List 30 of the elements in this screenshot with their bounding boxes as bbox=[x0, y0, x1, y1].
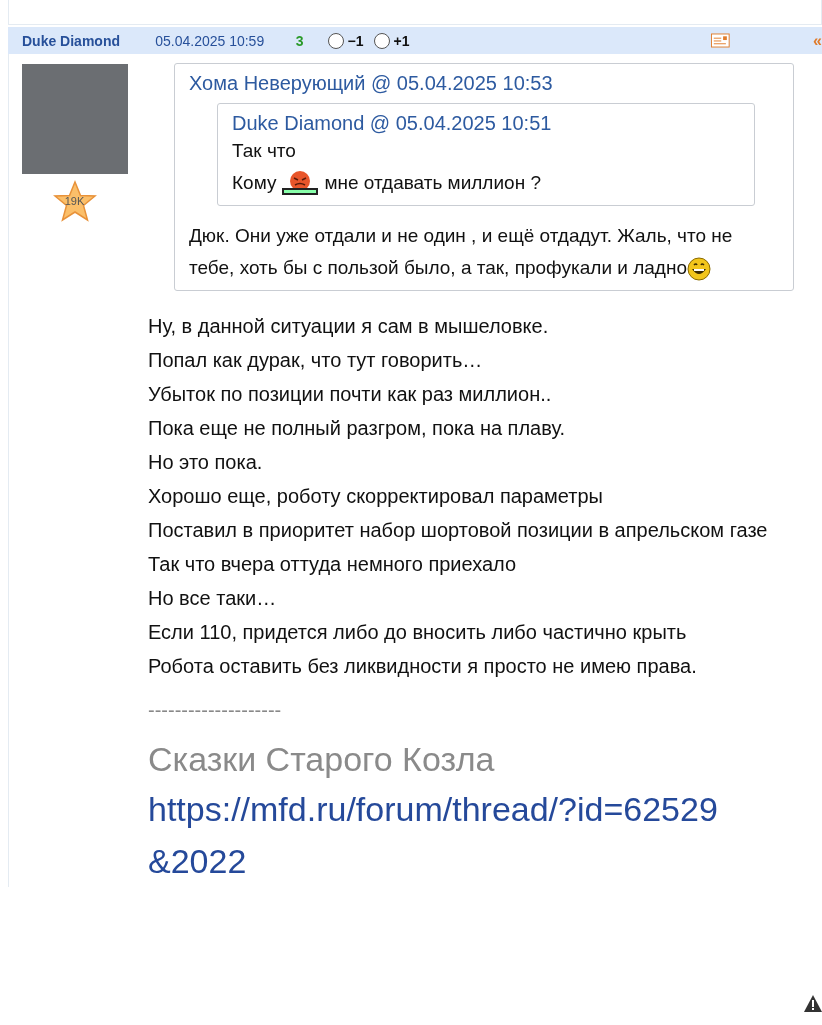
warning-icon[interactable] bbox=[804, 995, 822, 1012]
post-text-line: Убыток по позиции почти как раз миллион.. bbox=[148, 382, 553, 407]
author-name[interactable]: Duke Diamond bbox=[22, 32, 156, 49]
post-rating: 3 bbox=[295, 32, 305, 49]
rank-star-badge: 19K bbox=[52, 180, 97, 224]
message-card-icon[interactable] bbox=[711, 33, 731, 48]
post-text-line: Хорошо еще, роботу скорректировал параметры bbox=[148, 484, 604, 509]
post-text-line: Поставил в приоритет набор шортовой позиции в апрельском газе bbox=[148, 518, 769, 543]
post-text-line: Попал как дурак, что тут говорить… bbox=[148, 348, 484, 373]
post-date: 05.04.2025 10:59 bbox=[155, 32, 266, 49]
grinning-smiley-icon bbox=[687, 257, 711, 281]
vote-radio[interactable]: +1 bbox=[373, 32, 410, 49]
post-text-line: Если 110, придется либо до вносить либо частично крыть bbox=[148, 620, 688, 645]
post-text-line: Но это пока. bbox=[148, 450, 264, 475]
signature-title: Сказки Старого Козла bbox=[148, 740, 496, 779]
signature-link[interactable]: https://mfd.ru/forum/thread/?id=62529&2022 bbox=[148, 783, 728, 887]
quote-author-line: Duke Diamond @ 05.04.2025 10:51 bbox=[232, 112, 553, 135]
quote-text: Так что bbox=[232, 139, 297, 163]
quote-text: мне отдавать миллион ? bbox=[324, 171, 541, 195]
post-text-line: Ну, в данной ситуации я сам в мышеловке. bbox=[148, 314, 550, 339]
post-text-line: Но все таки… bbox=[148, 586, 278, 611]
signature-divider: -------------------- bbox=[148, 699, 283, 722]
post-text-line: Так что вчера оттуда немного приехало bbox=[148, 552, 518, 577]
post-text-line: Пока еще не полный разгром, пока на плаву. bbox=[148, 416, 566, 441]
quote-text: Кому bbox=[232, 171, 277, 195]
quote-author-line: Хома Неверующий @ 05.04.2025 10:53 bbox=[189, 72, 554, 95]
post-text-line: Робота оставить без ликвидности я просто не имею права. bbox=[148, 654, 698, 679]
censored-smiley-icon bbox=[280, 170, 321, 196]
vote-radio[interactable]: −1 bbox=[327, 32, 364, 49]
quote-text: Дюк. Они уже отдали и не один , и ещё отдадут. Жаль, что не тебе, хоть бы с пользой было, а так, профукали и ладно bbox=[189, 220, 779, 284]
